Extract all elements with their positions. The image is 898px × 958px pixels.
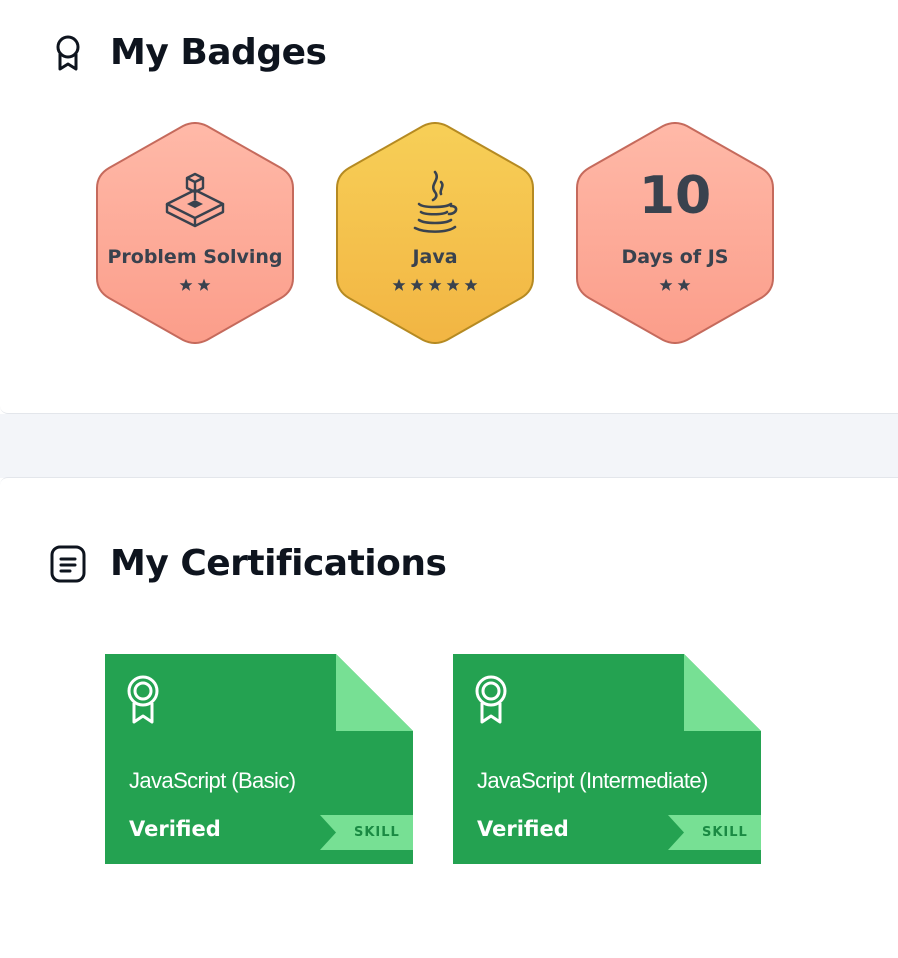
badge-stars [95,278,295,292]
certificate-card-javascript-basic[interactable]: JavaScript (Basic) Verified SKILL [105,654,413,864]
star-icon [677,278,691,291]
star-icon [428,278,442,291]
star-icon [392,278,406,291]
badges-title: My Badges [110,32,327,73]
star-icon [659,278,673,291]
problem-solving-icon [165,172,225,228]
ribbon-badge-icon [56,35,80,71]
java-cup-icon [413,170,458,233]
star-icon [179,278,193,291]
star-icon [197,278,211,291]
badge-label: Days of JS [621,246,729,268]
star-icon [446,278,460,291]
certifications-title: My Certifications [110,543,447,584]
badge-hexagon [96,122,294,344]
certificate-status: Verified [129,817,221,841]
badge-label: Java [412,246,458,268]
skill-tag-label: SKILL [354,825,400,840]
badge-label: Problem Solving [107,246,283,268]
badge-stars [335,278,535,292]
badge-stars [575,278,775,292]
badge-number: 10 [638,166,712,226]
certificate-name: JavaScript (Basic) [129,768,296,793]
badges-header: My Badges [48,32,327,73]
badge-java[interactable]: Java [335,122,535,344]
badge-hexagon [576,122,774,344]
award-ribbon-icon [475,675,507,724]
star-icon [410,278,424,291]
star-icon [464,278,478,291]
certificate-card-javascript-intermediate[interactable]: JavaScript (Intermediate) Verified SKILL [453,654,761,864]
certificate-status: Verified [477,817,569,841]
document-list-icon [50,545,86,583]
section-divider [0,414,898,478]
certifications-header: My Certifications [48,543,447,584]
award-ribbon-icon [127,675,159,724]
badge-days-of-js[interactable]: 10 Days of JS [575,122,775,344]
certificate-name: JavaScript (Intermediate) [477,768,708,793]
badge-problem-solving[interactable]: Problem Solving [95,122,295,344]
skill-tag-label: SKILL [702,825,748,840]
